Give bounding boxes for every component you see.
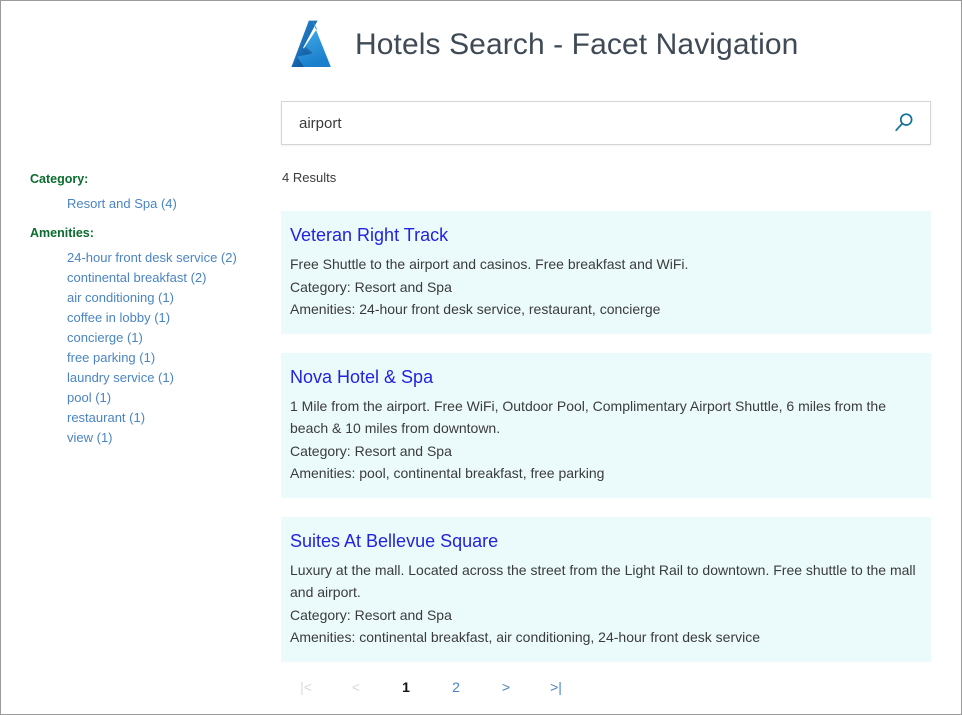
facet-header-category: Category:: [30, 171, 270, 187]
list-item: concierge (1): [67, 328, 270, 348]
search-button[interactable]: [878, 102, 930, 144]
results-count: 4 Results: [282, 170, 336, 186]
result-title-link[interactable]: Veteran Right Track: [290, 223, 922, 247]
azure-logo-icon: [281, 16, 339, 74]
facet-list-category: Resort and Spa (4): [30, 194, 270, 214]
list-item: free parking (1): [67, 348, 270, 368]
facet-link-pool[interactable]: pool (1): [67, 388, 111, 408]
facet-link-restaurant[interactable]: restaurant (1): [67, 408, 145, 428]
result-title-link[interactable]: Nova Hotel & Spa: [290, 365, 922, 389]
pagination-prev[interactable]: <: [331, 677, 381, 697]
facet-link-concierge[interactable]: concierge (1): [67, 328, 143, 348]
list-item: continental breakfast (2): [67, 268, 270, 288]
list-item: Resort and Spa (4): [67, 194, 270, 214]
pagination-page-1[interactable]: 1: [381, 677, 431, 697]
result-amenities: Amenities: continental breakfast, air co…: [290, 626, 922, 648]
facet-list-amenities: 24-hour front desk service (2) continent…: [30, 248, 270, 448]
result-description: Luxury at the mall. Located across the s…: [290, 559, 922, 603]
pagination: |< < 1 2 > >|: [281, 677, 581, 697]
facet-link-free-parking[interactable]: free parking (1): [67, 348, 155, 368]
facet-link-view[interactable]: view (1): [67, 428, 113, 448]
result-category: Category: Resort and Spa: [290, 604, 922, 626]
search-input[interactable]: [282, 102, 878, 144]
page-title: Hotels Search - Facet Navigation: [355, 28, 798, 62]
facet-sidebar: Category: Resort and Spa (4) Amenities: …: [30, 171, 270, 459]
facet-link-24-hour-front-desk-service[interactable]: 24-hour front desk service (2): [67, 248, 237, 268]
result-category: Category: Resort and Spa: [290, 276, 922, 298]
list-item: restaurant (1): [67, 408, 270, 428]
pagination-page-2[interactable]: 2: [431, 677, 481, 697]
list-item: pool (1): [67, 388, 270, 408]
list-item: view (1): [67, 428, 270, 448]
table-row[interactable]: Veteran Right Track Free Shuttle to the …: [281, 211, 931, 334]
search-bar[interactable]: [281, 101, 931, 145]
facet-group-category: Category: Resort and Spa (4): [30, 171, 270, 214]
facet-link-coffee-in-lobby[interactable]: coffee in lobby (1): [67, 308, 170, 328]
facet-link-laundry-service[interactable]: laundry service (1): [67, 368, 174, 388]
pagination-next[interactable]: >: [481, 677, 531, 697]
facet-header-amenities: Amenities:: [30, 225, 270, 241]
result-title-link[interactable]: Suites At Bellevue Square: [290, 529, 922, 553]
list-item: air conditioning (1): [67, 288, 270, 308]
list-item: laundry service (1): [67, 368, 270, 388]
app-header: Hotels Search - Facet Navigation: [281, 9, 798, 81]
result-description: Free Shuttle to the airport and casinos.…: [290, 253, 922, 275]
facet-link-resort-and-spa[interactable]: Resort and Spa (4): [67, 194, 177, 214]
results-list: Veteran Right Track Free Shuttle to the …: [281, 211, 931, 681]
app-window: Hotels Search - Facet Navigation Categor…: [0, 0, 962, 715]
facet-link-air-conditioning[interactable]: air conditioning (1): [67, 288, 174, 308]
list-item: coffee in lobby (1): [67, 308, 270, 328]
list-item: 24-hour front desk service (2): [67, 248, 270, 268]
pagination-last[interactable]: >|: [531, 677, 581, 697]
pagination-first[interactable]: |<: [281, 677, 331, 697]
search-icon: [892, 111, 916, 135]
result-amenities: Amenities: 24-hour front desk service, r…: [290, 298, 922, 320]
table-row[interactable]: Nova Hotel & Spa 1 Mile from the airport…: [281, 353, 931, 498]
result-description: 1 Mile from the airport. Free WiFi, Outd…: [290, 395, 922, 439]
result-category: Category: Resort and Spa: [290, 440, 922, 462]
facet-link-continental-breakfast[interactable]: continental breakfast (2): [67, 268, 206, 288]
facet-group-amenities: Amenities: 24-hour front desk service (2…: [30, 225, 270, 448]
table-row[interactable]: Suites At Bellevue Square Luxury at the …: [281, 517, 931, 662]
result-amenities: Amenities: pool, continental breakfast, …: [290, 462, 922, 484]
